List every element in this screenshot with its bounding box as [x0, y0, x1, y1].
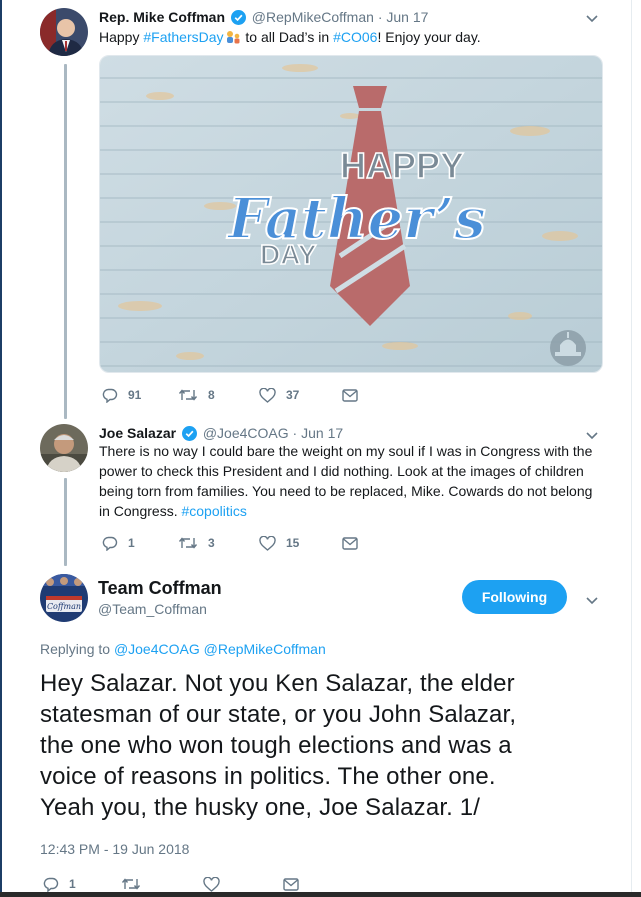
- message-button[interactable]: [342, 386, 358, 404]
- text-segment: to all Dad’s in: [241, 29, 334, 45]
- like-button[interactable]: [203, 875, 220, 893]
- avatar[interactable]: [40, 8, 88, 56]
- emoji-icon: [225, 29, 241, 44]
- like-button[interactable]: 15: [259, 534, 299, 552]
- text-line: in Congress. #copolitics: [99, 501, 614, 521]
- reply-count: 1: [128, 536, 135, 550]
- text-line: There is no way I could bare the weight …: [99, 443, 593, 459]
- like-icon: [259, 535, 276, 551]
- reply-icon: [102, 388, 118, 403]
- thread-connector: [64, 64, 67, 419]
- author-name[interactable]: Joe Salazar: [99, 425, 176, 441]
- verified-icon: [230, 10, 246, 28]
- author-name[interactable]: Rep. Mike Coffman: [99, 9, 225, 25]
- message-button[interactable]: [342, 534, 358, 552]
- separator: ·: [292, 425, 298, 441]
- reply-button[interactable]: 91: [102, 386, 141, 404]
- like-icon: [203, 876, 220, 892]
- text-line: power to check this President and I did …: [99, 463, 584, 479]
- text-line: Yeah you, the husky one, Joe Salazar. 1/: [40, 794, 481, 821]
- text-segment: ! Enjoy your day.: [377, 29, 481, 45]
- like-count: 15: [286, 536, 300, 550]
- media-text-happy: HAPPY: [340, 145, 464, 186]
- main-tweet-text: Hey Salazar. Not you Ken Salazar, the el…: [40, 668, 610, 823]
- retweet-count: 8: [208, 388, 215, 402]
- retweet-icon: [121, 878, 141, 890]
- text-line: voice of reasons in politics. The other …: [40, 763, 496, 790]
- like-button[interactable]: 37: [259, 386, 299, 404]
- reply-button[interactable]: 1: [43, 875, 76, 893]
- retweet-button[interactable]: [121, 875, 141, 893]
- retweet-button[interactable]: 8: [178, 386, 215, 404]
- reply-icon: [43, 877, 59, 892]
- timeline-border: [631, 0, 632, 897]
- chevron-down-icon[interactable]: [585, 428, 599, 440]
- tweet-date[interactable]: Jun 17: [301, 425, 343, 441]
- separator: ·: [377, 9, 383, 25]
- like-icon: [259, 387, 276, 403]
- following-button[interactable]: Following: [462, 580, 567, 614]
- replying-label: Replying to: [40, 641, 111, 657]
- avatar-text: Coffman: [47, 602, 81, 611]
- text-segment: in Congress.: [99, 503, 182, 519]
- author-name[interactable]: Team Coffman: [98, 578, 222, 599]
- thread-connector: [64, 478, 67, 566]
- like-count: 37: [286, 388, 300, 402]
- chevron-down-icon[interactable]: [585, 11, 599, 23]
- hashtag-link[interactable]: #CO06: [333, 29, 377, 45]
- tweet-date[interactable]: Jun 17: [386, 9, 428, 25]
- mention-links[interactable]: @Joe4COAG @RepMikeCoffman: [114, 641, 326, 657]
- hashtag-link[interactable]: #copolitics: [181, 503, 246, 519]
- tweet-actions: 1 3 15: [99, 534, 399, 552]
- reply-count: 1: [69, 877, 76, 891]
- replying-to: Replying to @Joe4COAG @RepMikeCoffman: [40, 641, 326, 657]
- author-handle[interactable]: @Team_Coffman: [98, 601, 207, 617]
- media-text-day: DAY: [260, 239, 317, 270]
- tweet-actions: 91 8 37: [99, 386, 399, 404]
- avatar[interactable]: Coffman: [40, 574, 88, 622]
- window-bottom-edge: [0, 892, 641, 897]
- retweet-button[interactable]: 3: [178, 534, 215, 552]
- window-edge: [0, 0, 2, 897]
- retweet-icon: [178, 389, 198, 401]
- tweet-text: There is no way I could bare the weight …: [99, 441, 614, 521]
- author-handle[interactable]: @Joe4COAG: [203, 425, 289, 441]
- reply-button[interactable]: 1: [102, 534, 135, 552]
- message-icon: [342, 536, 358, 550]
- reply-icon: [102, 536, 118, 551]
- text-line: statesman of our state, or you John Sala…: [40, 701, 517, 728]
- chevron-down-icon[interactable]: [585, 593, 599, 605]
- tweet-actions: 1: [43, 875, 343, 893]
- avatar[interactable]: [40, 424, 88, 472]
- message-icon: [283, 877, 299, 891]
- text-line: Hey Salazar. Not you Ken Salazar, the el…: [40, 670, 515, 697]
- text-line: being torn from families. You need to be…: [99, 483, 593, 499]
- retweet-icon: [178, 537, 198, 549]
- media-image[interactable]: HAPPY Father’s DAY: [99, 55, 603, 373]
- message-icon: [342, 388, 358, 402]
- tweet-header: Rep. Mike Coffman @RepMikeCoffman · Jun …: [99, 9, 428, 28]
- capitol-icon: [550, 330, 586, 366]
- author-handle[interactable]: @RepMikeCoffman: [252, 9, 374, 25]
- reply-count: 91: [128, 388, 142, 402]
- tweet-text: Happy #FathersDay to all Dad’s in #CO06!…: [99, 27, 481, 47]
- retweet-count: 3: [208, 536, 215, 550]
- text-line: the one who won tough elections and was …: [40, 732, 512, 759]
- text-segment: Happy: [99, 29, 144, 45]
- hashtag-link[interactable]: #FathersDay: [143, 29, 223, 45]
- message-button[interactable]: [283, 875, 299, 893]
- tweet-timestamp[interactable]: 12:43 PM - 19 Jun 2018: [40, 841, 189, 857]
